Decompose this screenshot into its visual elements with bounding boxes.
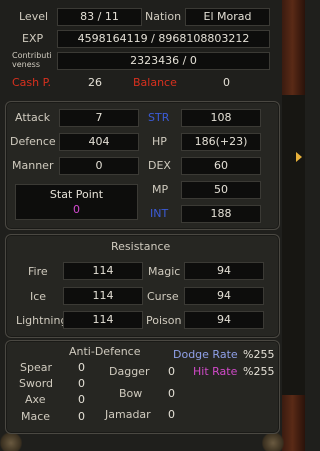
corner-ornament-right-icon <box>262 431 284 451</box>
lightning-label: Lightning <box>16 314 68 327</box>
hp-value: 186(+23) <box>181 133 261 151</box>
anti-defence-title: Anti-Defence <box>69 345 141 358</box>
window-edge-shadow <box>282 95 305 395</box>
stat-point-value: 0 <box>73 203 80 216</box>
curse-value: 94 <box>184 287 264 305</box>
bow-value: 0 <box>168 387 175 400</box>
poison-label: Poison <box>146 314 182 327</box>
attack-value: 7 <box>59 109 139 127</box>
jamadar-value: 0 <box>168 408 175 421</box>
lightning-value: 114 <box>63 311 143 329</box>
corner-ornament-left-icon <box>0 431 22 451</box>
resistance-panel: Resistance Fire 114 Magic 94 Ice 114 Cur… <box>5 234 280 338</box>
contributiveness-value: 2323436 / 0 <box>57 52 270 70</box>
stats-panel: Attack 7 STR 108 Defence 404 HP 186(+23)… <box>5 101 280 230</box>
spear-value: 0 <box>78 361 85 374</box>
cash-points-value: 26 <box>88 76 102 89</box>
manner-label: Manner <box>12 159 54 172</box>
poison-value: 94 <box>184 311 264 329</box>
spear-label: Spear <box>20 361 52 374</box>
contributiveness-label: Contributiveness <box>12 51 52 69</box>
int-value: 188 <box>181 205 261 223</box>
str-label: STR <box>148 111 170 124</box>
mp-value: 50 <box>181 181 261 199</box>
magic-value: 94 <box>184 262 264 280</box>
level-value: 83 / 11 <box>57 8 142 26</box>
dodge-rate-value: %255 <box>243 348 275 361</box>
curse-label: Curse <box>147 290 179 303</box>
ice-label: Ice <box>30 290 47 303</box>
expand-arrow-icon[interactable] <box>296 152 302 162</box>
dodge-rate-label: Dodge Rate <box>173 348 238 361</box>
resistance-title: Resistance <box>111 240 171 253</box>
fire-label: Fire <box>28 265 48 278</box>
bow-label: Bow <box>119 387 143 400</box>
dagger-value: 0 <box>168 365 175 378</box>
ice-value: 114 <box>63 287 143 305</box>
nation-label: Nation <box>145 10 182 23</box>
str-value: 108 <box>181 109 261 127</box>
defence-label: Defence <box>10 135 56 148</box>
dex-label: DEX <box>148 159 171 172</box>
stat-point-label: Stat Point <box>49 188 104 201</box>
axe-value: 0 <box>78 393 85 406</box>
balance-value: 0 <box>223 76 230 89</box>
mace-value: 0 <box>78 410 85 423</box>
magic-label: Magic <box>148 265 181 278</box>
stat-point-box[interactable]: Stat Point 0 <box>15 184 138 220</box>
defence-value: 404 <box>59 133 139 151</box>
fire-value: 114 <box>63 262 143 280</box>
dex-value: 60 <box>181 157 261 175</box>
exp-value: 4598164119 / 8968108803212 <box>57 30 270 48</box>
manner-value: 0 <box>59 157 139 175</box>
anti-defence-panel: Anti-Defence Spear 0 Sword 0 Axe 0 Mace … <box>5 340 280 434</box>
mp-label: MP <box>152 183 169 196</box>
cash-points-label: Cash P. <box>12 76 52 89</box>
hit-rate-value: %255 <box>243 365 275 378</box>
level-label: Level <box>19 10 49 23</box>
nation-value: El Morad <box>185 8 270 26</box>
exp-label: EXP <box>22 32 44 45</box>
jamadar-label: Jamadar <box>105 408 151 421</box>
attack-label: Attack <box>15 111 51 124</box>
balance-label: Balance <box>133 76 177 89</box>
mace-label: Mace <box>21 410 51 423</box>
int-label: INT <box>150 207 169 220</box>
hit-rate-label: Hit Rate <box>193 365 238 378</box>
hp-label: HP <box>152 135 167 148</box>
sword-value: 0 <box>78 377 85 390</box>
dagger-label: Dagger <box>109 365 150 378</box>
axe-label: Axe <box>25 393 46 406</box>
sword-label: Sword <box>19 377 54 390</box>
